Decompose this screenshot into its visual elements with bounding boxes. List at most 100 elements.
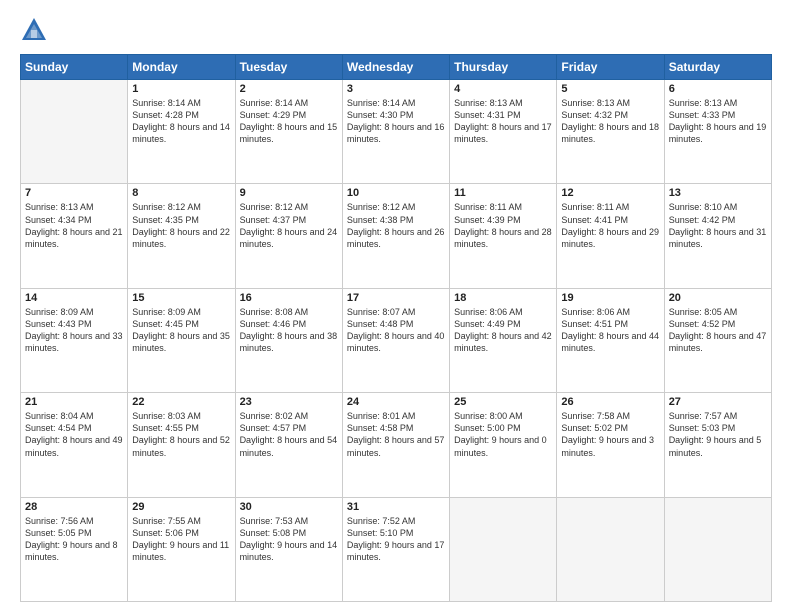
day-info: Sunrise: 8:13 AM Sunset: 4:32 PM Dayligh… [561,97,659,146]
day-number: 30 [240,501,338,513]
calendar-week-2: 7 Sunrise: 8:13 AM Sunset: 4:34 PM Daylig… [21,184,772,288]
day-number: 4 [454,83,552,95]
calendar-week-5: 28 Sunrise: 7:56 AM Sunset: 5:05 PM Dayli… [21,497,772,601]
day-number: 26 [561,396,659,408]
calendar-cell: 6Sunrise: 8:13 AM Sunset: 4:33 PM Daylig… [664,80,771,184]
day-info: Sunrise: 8:11 AM Sunset: 4:41 PM Dayligh… [561,201,659,250]
day-info: Sunrise: 8:14 AM Sunset: 4:30 PM Dayligh… [347,97,445,146]
day-number: 22 [132,396,230,408]
day-info: Sunrise: 7:56 AM Sunset: 5:05 PM Dayligh… [25,515,123,564]
day-info: Sunrise: 7:58 AM Sunset: 5:02 PM Dayligh… [561,410,659,459]
day-info: Sunrise: 8:04 AM Sunset: 4:54 PM Dayligh… [25,410,123,459]
day-number: 8 [132,187,230,199]
day-number: 12 [561,187,659,199]
day-info: Sunrise: 8:12 AM Sunset: 4:37 PM Dayligh… [240,201,338,250]
calendar-cell: 17Sunrise: 8:07 AM Sunset: 4:48 PM Dayli… [342,288,449,392]
calendar-cell: 11 Sunrise: 8:11 AM Sunset: 4:39 PM Dayli… [450,184,557,288]
day-number: 25 [454,396,552,408]
calendar-cell: 29 Sunrise: 7:55 AM Sunset: 5:06 PM Dayli… [128,497,235,601]
day-number: 27 [669,396,767,408]
calendar-cell: 5Sunrise: 8:13 AM Sunset: 4:32 PM Daylig… [557,80,664,184]
day-info: Sunrise: 7:57 AM Sunset: 5:03 PM Dayligh… [669,410,767,459]
calendar-cell: 27 Sunrise: 7:57 AM Sunset: 5:03 PM Dayli… [664,393,771,497]
day-info: Sunrise: 8:02 AM Sunset: 4:57 PM Dayligh… [240,410,338,459]
calendar-table: SundayMondayTuesdayWednesdayThursdayFrid… [20,54,772,602]
calendar-header-tuesday: Tuesday [235,55,342,80]
calendar-header-saturday: Saturday [664,55,771,80]
logo [20,16,52,44]
day-number: 3 [347,83,445,95]
calendar-week-1: 1 Sunrise: 8:14 AM Sunset: 4:28 PM Daylig… [21,80,772,184]
calendar-cell: 13Sunrise: 8:10 AM Sunset: 4:42 PM Dayli… [664,184,771,288]
page: SundayMondayTuesdayWednesdayThursdayFrid… [0,0,792,612]
day-info: Sunrise: 8:13 AM Sunset: 4:34 PM Dayligh… [25,201,123,250]
day-info: Sunrise: 8:05 AM Sunset: 4:52 PM Dayligh… [669,306,767,355]
calendar-cell: 26 Sunrise: 7:58 AM Sunset: 5:02 PM Dayli… [557,393,664,497]
day-number: 16 [240,292,338,304]
calendar-cell: 31Sunrise: 7:52 AM Sunset: 5:10 PM Dayli… [342,497,449,601]
day-info: Sunrise: 8:09 AM Sunset: 4:43 PM Dayligh… [25,306,123,355]
day-number: 20 [669,292,767,304]
day-number: 11 [454,187,552,199]
calendar-header-thursday: Thursday [450,55,557,80]
logo-icon [20,16,48,44]
calendar-cell [664,497,771,601]
calendar-cell: 15 Sunrise: 8:09 AM Sunset: 4:45 PM Dayli… [128,288,235,392]
day-number: 6 [669,83,767,95]
day-number: 9 [240,187,338,199]
day-number: 28 [25,501,123,513]
calendar-header-friday: Friday [557,55,664,80]
day-info: Sunrise: 8:08 AM Sunset: 4:46 PM Dayligh… [240,306,338,355]
calendar-cell: 9 Sunrise: 8:12 AM Sunset: 4:37 PM Daylig… [235,184,342,288]
calendar-cell: 8 Sunrise: 8:12 AM Sunset: 4:35 PM Daylig… [128,184,235,288]
day-info: Sunrise: 8:06 AM Sunset: 4:49 PM Dayligh… [454,306,552,355]
day-number: 24 [347,396,445,408]
day-number: 1 [132,83,230,95]
day-info: Sunrise: 8:06 AM Sunset: 4:51 PM Dayligh… [561,306,659,355]
day-number: 15 [132,292,230,304]
calendar-week-4: 21 Sunrise: 8:04 AM Sunset: 4:54 PM Dayli… [21,393,772,497]
calendar-cell: 1 Sunrise: 8:14 AM Sunset: 4:28 PM Daylig… [128,80,235,184]
day-info: Sunrise: 8:11 AM Sunset: 4:39 PM Dayligh… [454,201,552,250]
calendar-cell: 3 Sunrise: 8:14 AM Sunset: 4:30 PM Daylig… [342,80,449,184]
calendar-cell: 22 Sunrise: 8:03 AM Sunset: 4:55 PM Dayli… [128,393,235,497]
calendar-cell [450,497,557,601]
day-number: 13 [669,187,767,199]
day-info: Sunrise: 8:14 AM Sunset: 4:28 PM Dayligh… [132,97,230,146]
day-number: 18 [454,292,552,304]
day-info: Sunrise: 8:12 AM Sunset: 4:38 PM Dayligh… [347,201,445,250]
calendar-header-monday: Monday [128,55,235,80]
day-number: 29 [132,501,230,513]
day-number: 19 [561,292,659,304]
day-info: Sunrise: 8:01 AM Sunset: 4:58 PM Dayligh… [347,410,445,459]
calendar-cell: 14 Sunrise: 8:09 AM Sunset: 4:43 PM Dayli… [21,288,128,392]
calendar-cell: 4 Sunrise: 8:13 AM Sunset: 4:31 PM Daylig… [450,80,557,184]
day-number: 23 [240,396,338,408]
calendar-cell: 19 Sunrise: 8:06 AM Sunset: 4:51 PM Dayli… [557,288,664,392]
day-number: 10 [347,187,445,199]
calendar-cell: 12 Sunrise: 8:11 AM Sunset: 4:41 PM Dayli… [557,184,664,288]
day-number: 21 [25,396,123,408]
calendar-cell: 16 Sunrise: 8:08 AM Sunset: 4:46 PM Dayli… [235,288,342,392]
day-info: Sunrise: 8:09 AM Sunset: 4:45 PM Dayligh… [132,306,230,355]
calendar-week-3: 14 Sunrise: 8:09 AM Sunset: 4:43 PM Dayli… [21,288,772,392]
day-info: Sunrise: 8:14 AM Sunset: 4:29 PM Dayligh… [240,97,338,146]
calendar-cell [557,497,664,601]
day-number: 2 [240,83,338,95]
day-info: Sunrise: 8:03 AM Sunset: 4:55 PM Dayligh… [132,410,230,459]
calendar-cell: 23 Sunrise: 8:02 AM Sunset: 4:57 PM Dayli… [235,393,342,497]
calendar-cell [21,80,128,184]
day-info: Sunrise: 8:12 AM Sunset: 4:35 PM Dayligh… [132,201,230,250]
calendar-cell: 2 Sunrise: 8:14 AM Sunset: 4:29 PM Daylig… [235,80,342,184]
day-info: Sunrise: 7:55 AM Sunset: 5:06 PM Dayligh… [132,515,230,564]
day-number: 14 [25,292,123,304]
day-number: 31 [347,501,445,513]
day-number: 17 [347,292,445,304]
calendar-header-sunday: Sunday [21,55,128,80]
day-number: 7 [25,187,123,199]
calendar-cell: 25Sunrise: 8:00 AM Sunset: 5:00 PM Dayli… [450,393,557,497]
calendar-cell: 24 Sunrise: 8:01 AM Sunset: 4:58 PM Dayli… [342,393,449,497]
header [20,16,772,44]
day-info: Sunrise: 7:53 AM Sunset: 5:08 PM Dayligh… [240,515,338,564]
day-info: Sunrise: 8:13 AM Sunset: 4:31 PM Dayligh… [454,97,552,146]
